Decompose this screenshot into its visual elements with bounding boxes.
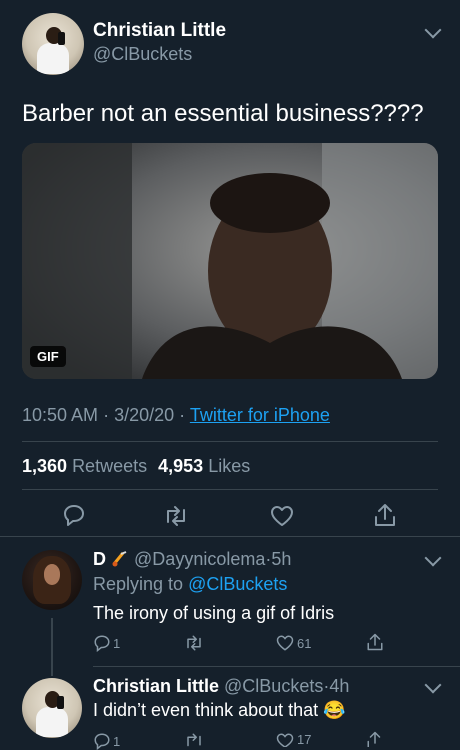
- tweet-stats: 1,360 Retweets 4,953 Likes: [22, 456, 250, 477]
- reply-header: D @Dayynicolema·5h: [93, 549, 291, 570]
- emoji-icon: 😂: [323, 700, 346, 720]
- likes-label: Likes: [208, 456, 251, 476]
- author-name[interactable]: Christian Little: [93, 20, 226, 42]
- replying-to-handle[interactable]: @ClBuckets: [188, 574, 287, 594]
- reply-time: 4h: [329, 676, 350, 696]
- reply-action-reply[interactable]: 1: [93, 634, 120, 652]
- reply-count: 1: [113, 635, 121, 651]
- separator: ·: [103, 405, 110, 425]
- tweet-date: 3/20/20: [114, 405, 175, 425]
- retweets-label: Retweets: [72, 456, 148, 476]
- reply-action-reply[interactable]: 1: [93, 732, 120, 750]
- reply-avatar[interactable]: [22, 678, 82, 738]
- share-icon[interactable]: [373, 502, 397, 528]
- reply-count: 1: [113, 733, 121, 749]
- reply-action-like[interactable]: 61: [275, 634, 311, 652]
- like-count: 17: [297, 732, 312, 747]
- reply-avatar[interactable]: [22, 550, 82, 610]
- reply-icon[interactable]: [62, 503, 86, 527]
- gif-badge: GIF: [30, 346, 66, 367]
- likes-count: 4,953: [158, 456, 204, 476]
- like-count: 61: [297, 635, 312, 651]
- replying-to-label: Replying to: [93, 574, 184, 594]
- reply-text: I didn’t even think about that: [93, 700, 319, 720]
- chevron-down-icon[interactable]: [424, 676, 442, 694]
- reply-header: Christian Little @ClBuckets·4h: [93, 676, 349, 697]
- retweets-count: 1,360: [22, 456, 68, 476]
- scooter-emoji-icon: [112, 551, 127, 567]
- tweet-gif[interactable]: GIF: [22, 143, 438, 379]
- section-divider: [93, 666, 460, 667]
- share-icon[interactable]: [366, 632, 384, 652]
- thread-line: [51, 618, 53, 676]
- reply-author-name[interactable]: D: [93, 549, 106, 569]
- retweets-stat[interactable]: 1,360 Retweets: [22, 456, 152, 476]
- reply-action-like[interactable]: 17: [275, 732, 311, 747]
- tweet-text: Barber not an essential business????: [22, 100, 424, 127]
- likes-stat[interactable]: 4,953 Likes: [158, 456, 250, 476]
- retweet-icon[interactable]: [163, 504, 189, 528]
- divider: [22, 441, 438, 442]
- reply-icon: [94, 635, 110, 652]
- like-icon[interactable]: [269, 504, 295, 528]
- like-icon: [276, 733, 294, 747]
- retweet-icon[interactable]: [184, 732, 204, 747]
- author-handle[interactable]: @ClBuckets: [93, 44, 192, 65]
- reply-time: 5h: [271, 549, 292, 569]
- replying-to: Replying to @ClBuckets: [93, 574, 287, 595]
- retweet-icon[interactable]: [184, 634, 204, 652]
- reply-text-row: I didn’t even think about that 😂: [93, 700, 346, 721]
- share-icon[interactable]: [366, 730, 384, 747]
- tweet-source-link[interactable]: Twitter for iPhone: [190, 405, 330, 425]
- like-icon: [276, 635, 294, 651]
- chevron-down-icon[interactable]: [424, 549, 442, 567]
- reply-text: The irony of using a gif of Idris: [93, 603, 335, 623]
- author-avatar[interactable]: [22, 13, 84, 75]
- gif-still-image: [22, 143, 438, 379]
- chevron-down-icon[interactable]: [424, 21, 442, 39]
- section-divider: [0, 536, 460, 537]
- reply-author-handle[interactable]: @Dayynicolema: [134, 549, 265, 569]
- tweet-timestamp: 10:50 AM · 3/20/20 · Twitter for iPhone: [22, 405, 330, 426]
- divider: [22, 489, 438, 490]
- tweet-time: 10:50 AM: [22, 405, 99, 425]
- separator: ·: [179, 405, 186, 425]
- reply-icon: [94, 733, 110, 750]
- reply-author-name[interactable]: Christian Little: [93, 676, 219, 696]
- reply-author-handle[interactable]: @ClBuckets: [224, 676, 323, 696]
